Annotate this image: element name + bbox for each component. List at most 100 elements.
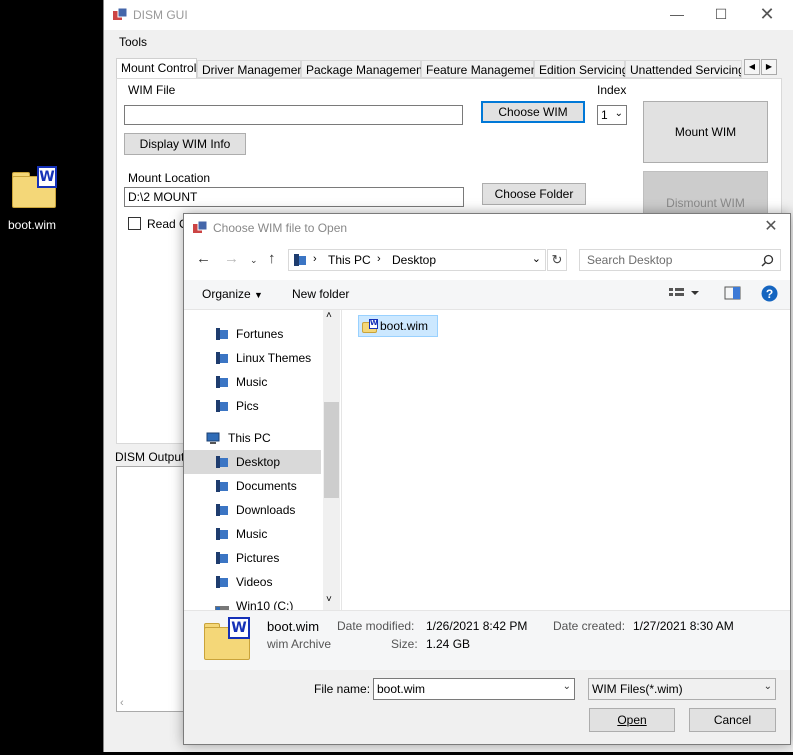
tree-item-pictures[interactable]: Pictures: [184, 546, 321, 570]
menu-tools[interactable]: Tools: [119, 35, 147, 49]
mount-location-label: Mount Location: [128, 171, 211, 185]
display-wim-info-button[interactable]: Display WIM Info: [124, 133, 246, 155]
dism-titlebar[interactable]: DISM GUI — ☐ ✕: [104, 0, 793, 30]
tree-item-label: Pictures: [236, 551, 280, 565]
scroll-up-icon[interactable]: ˄: [326, 310, 332, 321]
tree-item-documents[interactable]: Documents: [184, 474, 321, 498]
tree-item-downloads[interactable]: Downloads: [184, 498, 321, 522]
file-name-input[interactable]: boot.wim ⌄: [373, 678, 575, 700]
address-bar[interactable]: › This PC › Desktop ⌄: [288, 249, 546, 271]
detail-date-created-label: Date created:: [553, 619, 626, 633]
index-select[interactable]: 1 ⌄: [597, 105, 627, 125]
scrollbar-thumb[interactable]: [324, 402, 339, 498]
wim-file-label: WIM File: [128, 83, 176, 97]
chevron-down-icon[interactable]: ⌄: [563, 681, 571, 692]
index-value: 1: [601, 108, 608, 122]
chevron-down-icon: ⌄: [614, 108, 623, 119]
pictures-icon: [216, 552, 228, 564]
mount-location-input[interactable]: D:\2 MOUNT: [124, 187, 464, 207]
close-button[interactable]: ✕: [744, 0, 790, 30]
tree-item-pics[interactable]: Pics: [184, 394, 321, 418]
breadcrumb-desktop[interactable]: Desktop: [392, 253, 436, 267]
wim-file-icon: W: [362, 319, 378, 333]
tab-driver-management[interactable]: Driver Management: [197, 60, 307, 78]
choose-wim-button[interactable]: Choose WIM: [481, 101, 585, 123]
organize-menu[interactable]: Organize ▼: [202, 287, 263, 301]
cancel-button[interactable]: Cancel: [689, 708, 776, 732]
tree-item-label: Videos: [236, 575, 273, 589]
open-button[interactable]: Open: [589, 708, 675, 732]
minimize-icon: —: [670, 6, 684, 22]
music-icon: [216, 528, 228, 540]
svg-text:?: ?: [766, 287, 773, 301]
desktop-icon: [216, 456, 228, 468]
tree-item-label: Pics: [236, 399, 259, 413]
wim-file-icon: W: [6, 164, 58, 212]
desktop-file-boot-wim[interactable]: W boot.wim: [4, 164, 60, 232]
tab-scroll-right-icon[interactable]: ▶: [761, 59, 777, 75]
window-title: DISM GUI: [133, 8, 188, 22]
breadcrumb-this-pc[interactable]: This PC: [328, 253, 371, 267]
forward-arrow-icon[interactable]: →: [224, 250, 239, 267]
tree-item-music[interactable]: Music: [184, 522, 321, 546]
tab-scroll-arrows: ◀ ▶: [744, 59, 778, 75]
tree-item-music[interactable]: Music: [184, 370, 321, 394]
tree-item-label: Documents: [236, 479, 297, 493]
folder-icon: [216, 376, 228, 388]
read-only-checkbox[interactable]: [128, 217, 141, 230]
refresh-button[interactable]: ↻: [547, 249, 567, 271]
details-pane: W boot.wim wim Archive Date modified: 1/…: [184, 610, 790, 670]
tree-item-this-pc[interactable]: This PC: [184, 426, 321, 450]
help-icon[interactable]: ?: [761, 285, 778, 305]
tree-item-label: Music: [236, 527, 268, 541]
open-label: Open: [617, 713, 647, 727]
scroll-left-icon[interactable]: ‹: [120, 697, 124, 709]
tab-scroll-left-icon[interactable]: ◀: [744, 59, 760, 75]
dialog-titlebar[interactable]: Choose WIM file to Open ✕: [184, 214, 790, 242]
tree-item-label: Downloads: [236, 503, 296, 517]
tree-item-videos[interactable]: Videos: [184, 570, 321, 594]
view-options-icon[interactable]: [669, 286, 703, 303]
file-type-select[interactable]: WIM Files(*.wim) ⌄: [588, 678, 776, 700]
open-file-dialog: Choose WIM file to Open ✕ ← → ⌄ ↑ › This…: [183, 213, 791, 745]
close-icon: ✕: [764, 218, 778, 235]
back-arrow-icon[interactable]: ←: [196, 250, 211, 267]
search-box[interactable]: Search Desktop: [579, 249, 781, 271]
search-icon: [761, 254, 774, 267]
maximize-button[interactable]: ☐: [698, 0, 744, 30]
menu-bar: Tools: [104, 31, 793, 53]
preview-pane-icon[interactable]: [724, 286, 742, 303]
breadcrumb-separator-icon: ›: [313, 253, 317, 265]
tree-item-desktop[interactable]: Desktop: [184, 450, 321, 474]
detail-size: 1.24 GB: [426, 637, 471, 651]
address-dropdown-icon[interactable]: ⌄: [532, 252, 541, 265]
chevron-down-icon: ⌄: [763, 681, 772, 692]
tree-item-fortunes[interactable]: Fortunes: [184, 322, 321, 346]
up-arrow-icon[interactable]: ↑: [268, 250, 276, 267]
new-folder-button[interactable]: New folder: [292, 287, 349, 301]
scroll-down-icon[interactable]: ˅: [326, 594, 332, 605]
tab-package-management[interactable]: Package Management: [301, 60, 426, 78]
tab-strip: Mount Control Driver Management Package …: [116, 58, 786, 79]
choose-folder-button[interactable]: Choose Folder: [482, 183, 586, 205]
tab-mount-control[interactable]: Mount Control: [116, 58, 197, 79]
dialog-close-button[interactable]: ✕: [756, 216, 786, 240]
file-list: W boot.wim: [341, 310, 790, 610]
tree-item-label: Desktop: [236, 455, 281, 469]
app-icon: [113, 7, 128, 21]
command-bar: Organize ▼ New folder ?: [184, 280, 790, 310]
wim-file-input[interactable]: [124, 105, 463, 125]
recent-locations-chevron-icon[interactable]: ⌄: [250, 255, 258, 266]
tree-scrollbar[interactable]: ˄ ˅: [323, 310, 340, 610]
file-item-boot-wim[interactable]: W boot.wim: [358, 315, 438, 337]
tab-unattended-servicing[interactable]: Unattended Servicing: [625, 60, 742, 78]
wim-file-icon: W: [202, 617, 252, 663]
tree-item-linux-themes[interactable]: Linux Themes: [184, 346, 321, 370]
folder-icon: [216, 328, 228, 340]
minimize-button[interactable]: —: [654, 0, 700, 30]
search-placeholder: Search Desktop: [587, 253, 673, 267]
tab-feature-management[interactable]: Feature Management: [421, 60, 541, 78]
maximize-icon: ☐: [714, 6, 728, 22]
mount-wim-button[interactable]: Mount WIM: [643, 101, 768, 163]
tab-edition-servicing[interactable]: Edition Servicing: [534, 60, 628, 78]
